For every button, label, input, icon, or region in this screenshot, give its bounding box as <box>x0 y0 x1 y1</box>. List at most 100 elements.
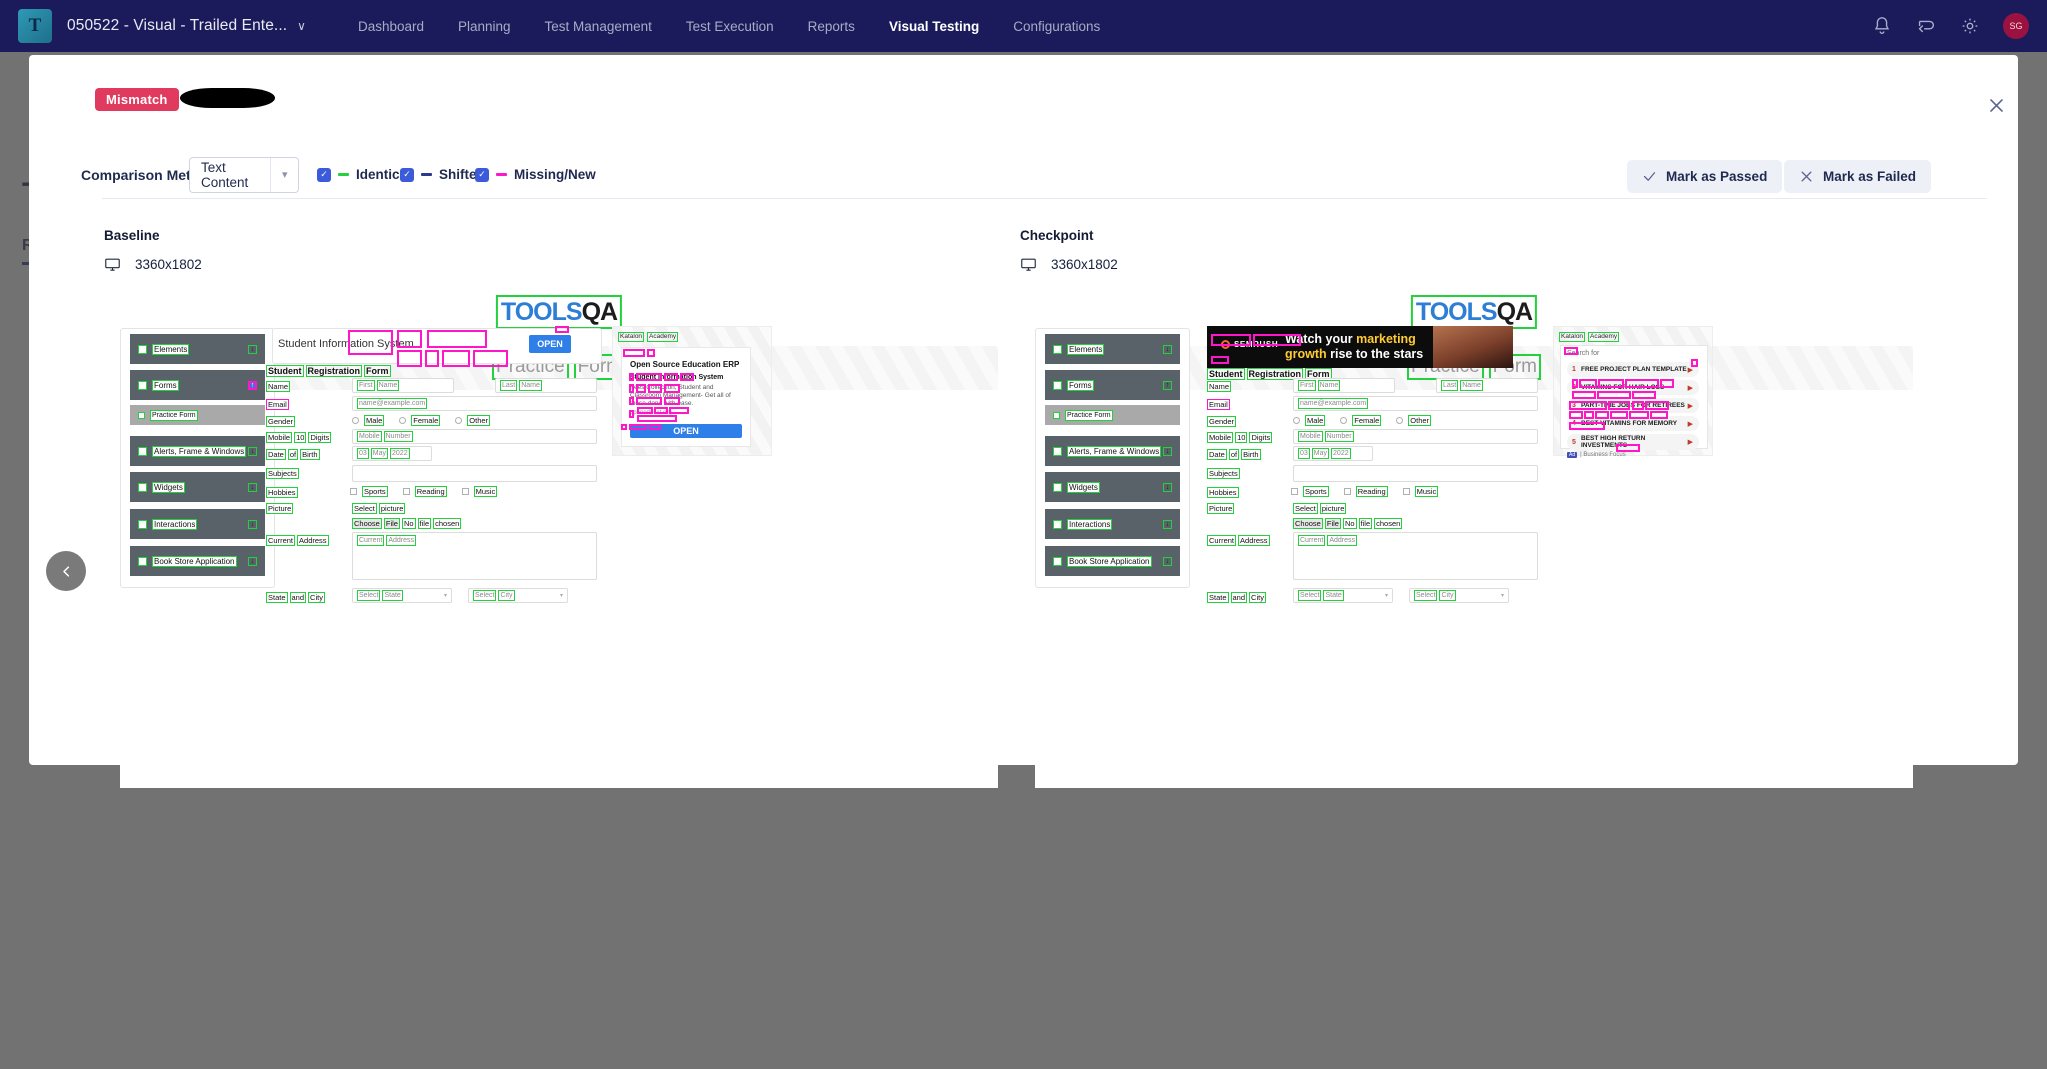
legend-identical[interactable]: ✓ Identical <box>317 167 411 182</box>
chevron-down-icon[interactable]: ↓ <box>1163 556 1172 566</box>
mobile-input[interactable]: Mobile Number <box>352 429 597 444</box>
chevron-down-icon[interactable]: ↓ <box>1163 519 1172 529</box>
chevron-right-icon[interactable]: ▶ <box>1688 420 1693 428</box>
top-ad-open-button[interactable]: OPEN <box>529 335 571 353</box>
gear-icon[interactable] <box>1959 15 1981 37</box>
sidebar-item-widgets[interactable]: Widgets ↓ <box>1045 472 1180 502</box>
select-city-dropdown[interactable]: Select City ▾ <box>468 588 568 603</box>
checkbox-music[interactable] <box>1402 488 1410 495</box>
subjects-input[interactable] <box>1293 465 1538 482</box>
choose-file-button[interactable]: File <box>1324 518 1341 529</box>
legend-identical-checkbox[interactable]: ✓ <box>317 167 331 182</box>
legend-missing-new-checkbox[interactable]: ✓ <box>475 167 489 182</box>
chevron-right-icon[interactable]: ▶ <box>1688 384 1693 392</box>
checkbox-sports[interactable] <box>350 488 357 495</box>
gender-radio-group[interactable]: Male Female Other <box>352 415 491 426</box>
radio-male[interactable] <box>352 417 359 424</box>
chevron-down-icon[interactable]: ↓ <box>1163 482 1172 492</box>
sidebar-item-alerts-frame-windows[interactable]: Alerts, Frame & Windows ↓ <box>130 436 265 466</box>
radio-other[interactable] <box>1396 417 1404 424</box>
sidebar-item-elements[interactable]: Elements ↓ <box>130 334 265 364</box>
sidebar-item-forms[interactable]: Forms ↑ <box>130 370 265 400</box>
nav-item-visual-testing[interactable]: Visual Testing <box>889 19 979 34</box>
radio-other[interactable] <box>455 417 463 424</box>
semrush-banner-ad[interactable]: SEMRUSH Watch your marketing growth rise… <box>1207 326 1513 368</box>
email-input[interactable]: name@example.com <box>1293 396 1538 411</box>
baseline-ad-panel[interactable]: Katalon Academy Open Source Education ER… <box>612 326 772 456</box>
last-name-input[interactable]: Last Name <box>495 378 597 393</box>
select-city-dropdown[interactable]: Select City ▾ <box>1409 588 1509 603</box>
chevron-up-icon[interactable]: ↑ <box>248 380 257 390</box>
choose-file-button[interactable]: Choose <box>352 518 382 529</box>
email-input[interactable]: name@example.com <box>352 396 597 411</box>
previous-comparison-button[interactable] <box>46 551 86 591</box>
hobbies-checkbox-group[interactable]: Sports Reading Music <box>350 486 498 497</box>
search-ad-item[interactable]: 1 FREE PROJECT PLAN TEMPLATE ▶ <box>1567 362 1699 377</box>
select-state-dropdown[interactable]: Select State ▾ <box>352 588 452 603</box>
comparison-method-select[interactable]: Text Content ▾ <box>189 157 299 193</box>
chevron-down-icon[interactable]: ↓ <box>248 556 257 566</box>
sidebar-item-practice-form[interactable]: Practice Form <box>130 405 265 425</box>
sidebar-item-interactions[interactable]: Interactions ↓ <box>130 509 265 539</box>
chevron-down-icon[interactable]: ↓ <box>248 482 257 492</box>
chevron-up-icon[interactable]: ↑ <box>1163 380 1172 390</box>
chevron-down-icon[interactable]: ↓ <box>1163 446 1172 456</box>
hobbies-checkbox-group[interactable]: Sports Reading Music <box>1291 486 1439 497</box>
baseline-screenshot[interactable]: TOOLSQA Practice Form Elements ↓ Forms ↑… <box>120 288 998 788</box>
checkpoint-ad-panel[interactable]: Katalon Academy Search for 1 FREE PROJEC… <box>1553 326 1713 458</box>
chevron-down-icon[interactable]: ↓ <box>248 446 257 456</box>
date-of-birth-input[interactable]: 03 May 2022 <box>352 446 432 461</box>
sidebar-item-elements[interactable]: Elements ↓ <box>1045 334 1180 364</box>
nav-item-reports[interactable]: Reports <box>808 19 855 34</box>
radio-female[interactable] <box>399 417 407 424</box>
file-upload-row[interactable]: Choose File No file chosen <box>352 518 462 529</box>
chevron-right-icon[interactable]: ▶ <box>1688 438 1693 446</box>
first-name-input[interactable]: First Name <box>1293 378 1395 393</box>
first-name-input[interactable]: First Name <box>352 378 454 393</box>
sidebar-item-interactions[interactable]: Interactions ↓ <box>1045 509 1180 539</box>
sidebar-item-forms[interactable]: Forms ↑ <box>1045 370 1180 400</box>
chevron-down-icon[interactable]: ↓ <box>248 519 257 529</box>
history-icon[interactable] <box>1915 15 1937 37</box>
legend-missing-new[interactable]: ✓ Missing/New <box>475 167 596 182</box>
current-address-textarea[interactable]: Current Address <box>352 532 597 580</box>
nav-item-test-management[interactable]: Test Management <box>545 19 652 34</box>
checkbox-sports[interactable] <box>1291 488 1298 495</box>
sidebar-item-alerts-frame-windows[interactable]: Alerts, Frame & Windows ↓ <box>1045 436 1180 466</box>
checkbox-music[interactable] <box>461 488 469 495</box>
avatar[interactable]: SG <box>2003 13 2029 39</box>
sidebar-item-book-store-application[interactable]: Book Store Application ↓ <box>1045 546 1180 576</box>
sidebar-item-widgets[interactable]: Widgets ↓ <box>130 472 265 502</box>
app-logo[interactable]: T <box>18 9 52 43</box>
sidebar-item-book-store-application[interactable]: Book Store Application ↓ <box>130 546 265 576</box>
legend-shifted-checkbox[interactable]: ✓ <box>400 167 414 182</box>
bell-icon[interactable] <box>1871 15 1893 37</box>
chevron-right-icon[interactable]: ▶ <box>1688 402 1693 410</box>
chevron-down-icon[interactable]: ↓ <box>248 344 257 354</box>
nav-item-dashboard[interactable]: Dashboard <box>358 19 424 34</box>
date-of-birth-input[interactable]: 03 May 2022 <box>1293 446 1373 461</box>
mark-as-failed-button[interactable]: Mark as Failed <box>1784 160 1932 193</box>
mark-as-passed-button[interactable]: Mark as Passed <box>1627 160 1783 193</box>
sidebar-item-practice-form[interactable]: Practice Form <box>1045 405 1180 425</box>
select-state-dropdown[interactable]: Select State ▾ <box>1293 588 1393 603</box>
last-name-input[interactable]: Last Name <box>1436 378 1538 393</box>
nav-item-test-execution[interactable]: Test Execution <box>686 19 774 34</box>
checkpoint-screenshot[interactable]: TOOLSQA Practice Form Elements ↓ Forms ↑… <box>1035 288 1913 788</box>
nav-item-planning[interactable]: Planning <box>458 19 511 34</box>
radio-female[interactable] <box>1340 417 1348 424</box>
subjects-input[interactable] <box>352 465 597 482</box>
checkbox-reading[interactable] <box>402 488 410 495</box>
radio-male[interactable] <box>1293 417 1300 424</box>
checkbox-reading[interactable] <box>1343 488 1351 495</box>
choose-file-button[interactable]: File <box>383 518 400 529</box>
chevron-down-icon[interactable]: ↓ <box>1163 344 1172 354</box>
chevron-down-icon[interactable]: ∨ <box>297 19 306 33</box>
mobile-input[interactable]: Mobile Number <box>1293 429 1538 444</box>
legend-shifted[interactable]: ✓ Shifted <box>400 167 485 182</box>
current-address-textarea[interactable]: Current Address <box>1293 532 1538 580</box>
choose-file-button[interactable]: Choose <box>1293 518 1323 529</box>
gender-radio-group[interactable]: Male Female Other <box>1293 415 1432 426</box>
project-title[interactable]: 050522 - Visual - Trailed Ente... <box>67 17 287 35</box>
nav-item-configurations[interactable]: Configurations <box>1013 19 1100 34</box>
